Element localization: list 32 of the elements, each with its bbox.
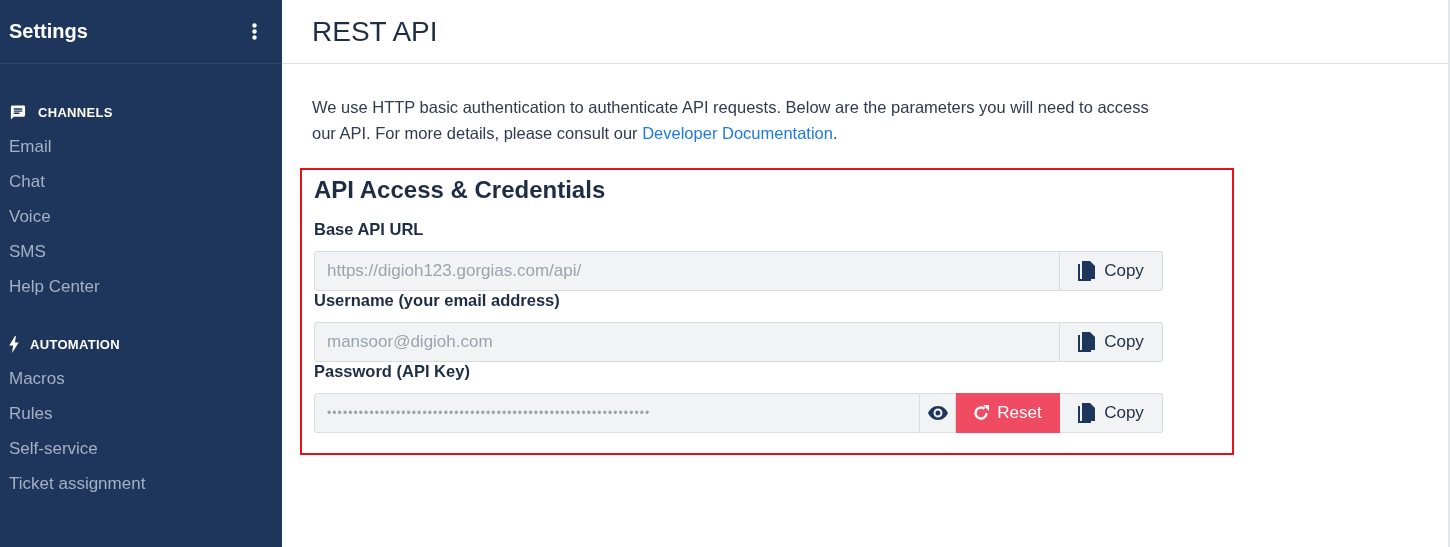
sidebar-item[interactable]: Rules bbox=[0, 396, 282, 431]
show-password-button[interactable] bbox=[920, 393, 956, 433]
card-title: API Access & Credentials bbox=[314, 176, 607, 204]
intro-text: We use HTTP basic authentication to authenticate API requests. Below are the parameters you will need to access our API. For more details, please consult our Developer Documentation. bbox=[312, 97, 1150, 144]
section-heading: AUTOMATION bbox=[30, 337, 120, 352]
lightning-icon bbox=[9, 336, 19, 353]
copy-button[interactable]: Copy bbox=[1060, 251, 1163, 291]
sidebar-item[interactable]: SMS bbox=[0, 234, 282, 269]
field-label: Username (your email address) bbox=[314, 291, 561, 310]
section-heading: CHANNELS bbox=[38, 105, 113, 120]
sidebar-item[interactable]: Voice bbox=[0, 199, 282, 234]
sidebar-title: Settings bbox=[9, 20, 88, 43]
chat-icon bbox=[9, 104, 27, 121]
copy-icon bbox=[1078, 403, 1097, 423]
copy-icon bbox=[1078, 261, 1097, 281]
eye-icon bbox=[927, 406, 948, 420]
page-title: REST API bbox=[312, 15, 438, 48]
field-label: Base API URL bbox=[314, 220, 425, 239]
copy-button[interactable]: Copy bbox=[1060, 322, 1163, 362]
sidebar-item[interactable]: Help Center bbox=[0, 269, 282, 304]
refresh-icon bbox=[973, 405, 990, 421]
copy-icon bbox=[1078, 332, 1097, 352]
reset-button[interactable]: Reset bbox=[956, 393, 1060, 433]
sidebar-item[interactable]: Chat bbox=[0, 164, 282, 199]
sidebar-item[interactable]: Macros bbox=[0, 361, 282, 396]
more-icon[interactable] bbox=[252, 23, 257, 40]
copy-button[interactable]: Copy bbox=[1060, 393, 1163, 433]
sidebar-item[interactable]: Self-service bbox=[0, 431, 282, 466]
docs-link[interactable]: Developer Documentation bbox=[642, 124, 833, 142]
sidebar-item[interactable]: Ticket assignment bbox=[0, 466, 282, 501]
sidebar-item[interactable]: Email bbox=[0, 129, 282, 164]
field-label: Password (API Key) bbox=[314, 362, 471, 381]
